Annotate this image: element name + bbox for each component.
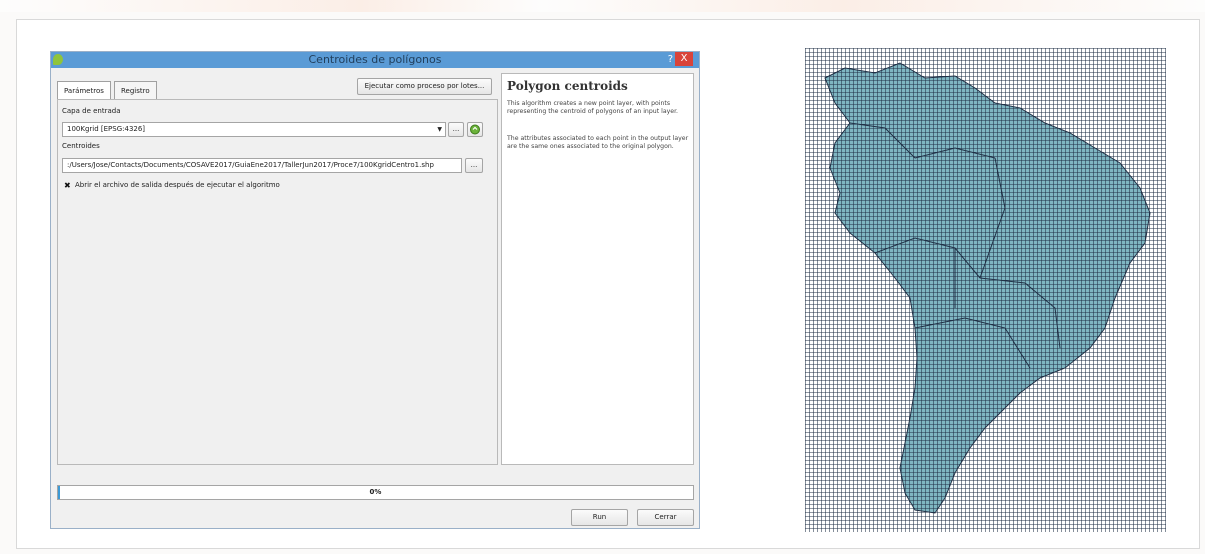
tab-parametros[interactable]: Parámetros xyxy=(57,81,111,100)
centroids-dialog: Centroides de polígonos ? X Parámetros R… xyxy=(50,51,700,529)
decorative-top-line xyxy=(0,0,1205,12)
progress-label: 0% xyxy=(369,488,382,496)
help-button[interactable]: ? xyxy=(668,53,673,67)
chevron-down-icon: ▼ xyxy=(437,126,442,133)
close-dialog-button[interactable]: Cerrar xyxy=(637,509,694,526)
run-button[interactable]: Run xyxy=(571,509,628,526)
open-output-label: Abrir el archivo de salida después de ej… xyxy=(75,181,280,189)
input-browse-button[interactable]: ... xyxy=(448,122,464,137)
iterate-button[interactable] xyxy=(467,122,483,137)
help-title: Polygon centroids xyxy=(507,79,628,93)
help-paragraph-1: This algorithm creates a new point layer… xyxy=(507,100,679,116)
help-paragraph-2: The attributes associated to each point … xyxy=(507,135,689,151)
batch-process-button[interactable]: Ejecutar como proceso por lotes... xyxy=(357,78,492,95)
dialog-title: Centroides de polígonos xyxy=(308,53,442,66)
help-panel: Polygon centroids This algorithm creates… xyxy=(501,73,694,465)
progress-bar: 0% xyxy=(57,485,694,500)
dialog-titlebar: Centroides de polígonos ? X xyxy=(51,52,699,68)
parameters-panel: Capa de entrada 100Kgrid [EPSG:4326] ▼ .… xyxy=(57,99,498,465)
input-layer-value: 100Kgrid [EPSG:4326] xyxy=(67,125,146,133)
south-america-grid-map xyxy=(805,48,1166,532)
iterate-icon xyxy=(470,124,480,135)
output-path-input[interactable]: :/Users/Jose/Contacts/Documents/COSAVE20… xyxy=(62,158,462,173)
open-output-checkbox[interactable]: ✖ xyxy=(64,182,71,190)
output-path-value: :/Users/Jose/Contacts/Documents/COSAVE20… xyxy=(67,161,434,169)
input-layer-label: Capa de entrada xyxy=(62,107,121,115)
close-button[interactable]: X xyxy=(675,52,693,66)
map-canvas xyxy=(805,48,1166,532)
input-layer-select[interactable]: 100Kgrid [EPSG:4326] ▼ xyxy=(62,122,446,137)
tab-registro[interactable]: Registro xyxy=(114,81,157,99)
output-label: Centroides xyxy=(62,142,100,150)
output-browse-button[interactable]: ... xyxy=(465,158,483,173)
grid-overlay xyxy=(805,48,1166,532)
